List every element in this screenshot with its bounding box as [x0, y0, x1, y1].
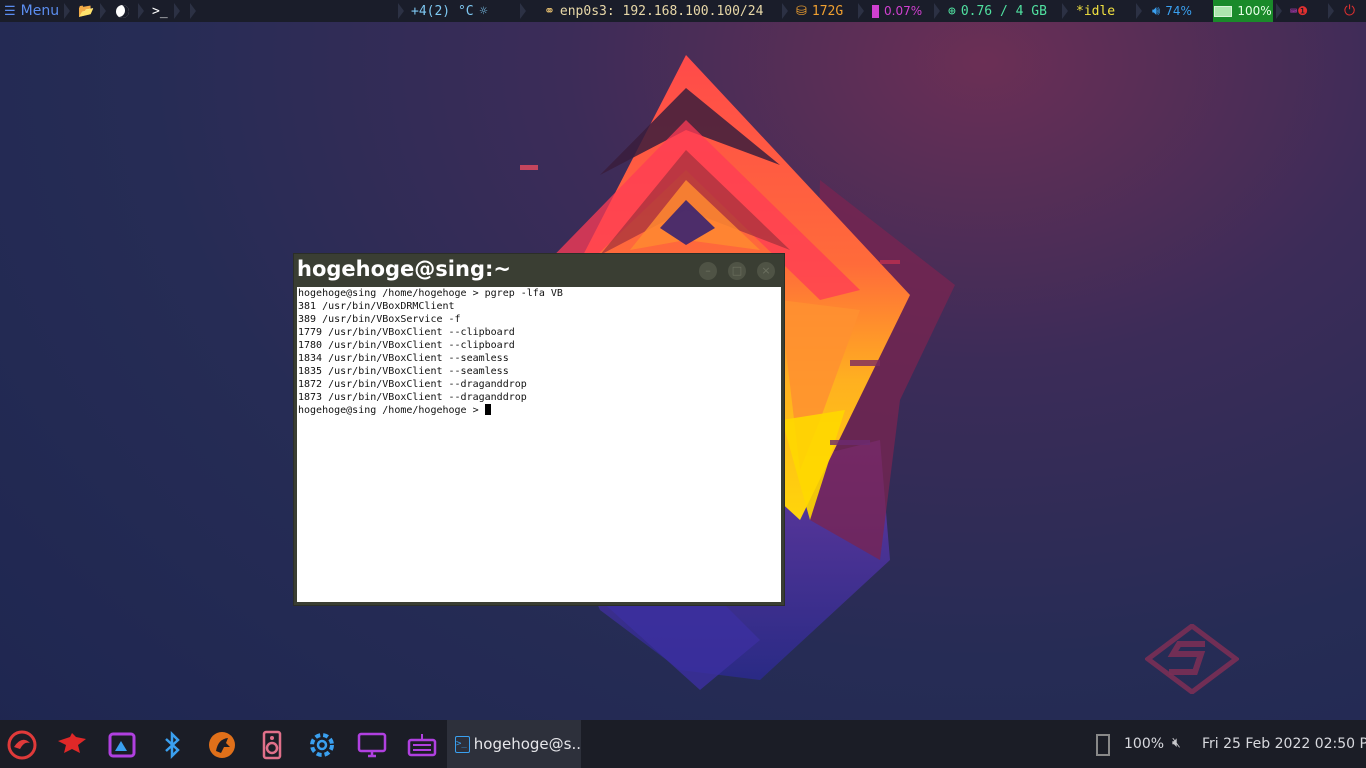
horse-icon [209, 732, 235, 758]
disk-icon: ⛁ [796, 3, 807, 19]
terminal-line: 1780 /usr/bin/VBoxClient --clipboard [298, 340, 515, 351]
settings-gear-icon [310, 733, 334, 757]
kali-dragon-launcher[interactable] [5, 728, 39, 762]
terminal-line: 1835 /usr/bin/VBoxClient --seamless [298, 366, 509, 377]
menu-button[interactable]: ☰ Menu [4, 0, 59, 22]
sun-icon: ☼ [479, 3, 488, 19]
bluetooth-launcher[interactable] [155, 728, 189, 762]
terminal-line: hogehoge@sing /home/hogehoge > pgrep -lf… [298, 288, 563, 299]
volume-widget[interactable]: 🔊︎ 74% [1152, 0, 1192, 22]
menu-label: Menu [20, 3, 60, 19]
image-editor-launcher[interactable] [105, 728, 139, 762]
image-editor-icon [108, 732, 136, 758]
muted-speaker-icon: 🔇︎ [1172, 735, 1181, 751]
terminal-task-icon: >_ [455, 735, 470, 753]
tray-battery-percent: 100% [1124, 736, 1165, 752]
alert-icon: ❶ [1297, 4, 1308, 18]
terminal-window[interactable]: hogehoge@sing:~ – □ × hogehoge@sing /hom… [294, 254, 784, 605]
volume-value: 74% [1165, 4, 1192, 18]
speaker-launcher[interactable] [255, 728, 289, 762]
browser-icon [116, 4, 129, 18]
display-settings-icon [357, 732, 387, 758]
minimize-icon: – [705, 264, 711, 277]
close-icon: × [761, 264, 771, 277]
kali-dragon-icon [7, 730, 37, 760]
terminal-output[interactable]: hogehoge@sing /home/hogehoge > pgrep -lf… [297, 287, 781, 602]
terminal-line: 1873 /usr/bin/VBoxClient --draganddrop [298, 392, 527, 403]
distro-watermark-logo [1145, 624, 1239, 694]
terminal-line: 1779 /usr/bin/VBoxClient --clipboard [298, 327, 515, 338]
terminal-line: 389 /usr/bin/VBoxService -f [298, 314, 461, 325]
cpu-bar-icon [872, 4, 879, 18]
battery-icon [1214, 5, 1233, 17]
keyboard-layout-icon: ⌨ [1290, 4, 1298, 18]
terminal-line: 1834 /usr/bin/VBoxClient --seamless [298, 353, 509, 364]
memory-value: 0.76 / 4 GB [960, 3, 1047, 19]
terminal-line: 381 /usr/bin/VBoxDRMClient [298, 301, 455, 312]
top-status-bar: ☰ Menu 📂 >_ +4(2) °C ☼ ⚭ enp0s3: 192.168… [0, 0, 1366, 22]
bluetooth-icon [165, 730, 180, 760]
horse-launcher[interactable] [205, 728, 239, 762]
disk-value: 172G [811, 3, 844, 19]
power-button[interactable]: ⏻ [1344, 0, 1355, 22]
terminal-prompt-icon: >_ [152, 3, 168, 19]
network-value: enp0s3: 192.168.100.100/24 [559, 3, 764, 19]
speaker-icon [262, 730, 282, 760]
eagle-icon [58, 733, 86, 753]
bottom-taskbar: 100% 🔇︎ Fri 25 Feb 2022 02:50 PM [0, 720, 1366, 768]
browser-launcher[interactable] [116, 0, 129, 22]
battery-widget: 100% [1213, 0, 1273, 22]
temperature-value: +4(2) °C [411, 3, 474, 19]
memory-chip-icon: ⊕ [948, 3, 956, 19]
text-cursor [484, 404, 491, 415]
status-value: *idle [1076, 3, 1116, 19]
terminal-line: 1872 /usr/bin/VBoxClient --draganddrop [298, 379, 527, 390]
memory-widget: ⊕ 0.76 / 4 GB [948, 0, 1047, 22]
maximize-button[interactable]: □ [728, 262, 746, 280]
display-settings-launcher[interactable] [355, 728, 389, 762]
terminal-prompt-line[interactable]: hogehoge@sing /home/hogehoge > [297, 404, 781, 417]
maximize-icon: □ [731, 264, 743, 277]
keyboard-icon [407, 734, 437, 757]
hamburger-icon: ☰ [4, 3, 16, 19]
clock-datetime[interactable]: Fri 25 Feb 2022 02:50 PM [1202, 736, 1366, 752]
status-widget: *idle [1076, 0, 1115, 22]
file-manager-launcher[interactable]: 📂 [78, 0, 94, 22]
temperature-widget: +4(2) °C ☼ [411, 0, 487, 22]
task-label: hogehoge@s.. [473, 735, 581, 753]
terminal-launcher[interactable]: >_ [152, 0, 168, 22]
settings-launcher[interactable] [305, 728, 339, 762]
network-widget: ⚭ enp0s3: 192.168.100.100/24 [544, 0, 763, 22]
window-title: hogehoge@sing:~ [297, 257, 511, 281]
disk-widget: ⛁ 172G [796, 0, 843, 22]
keyboard-launcher[interactable] [405, 728, 439, 762]
folder-open-icon: 📂 [78, 3, 95, 19]
close-button[interactable]: × [757, 262, 775, 280]
tray-battery[interactable] [1096, 734, 1116, 756]
terminal-prompt: hogehoge@sing /home/hogehoge > [298, 405, 485, 416]
charging-battery-icon [1096, 734, 1110, 756]
cpu-value: 0.07% [884, 4, 923, 18]
speaker-icon: 🔊︎ [1152, 3, 1161, 19]
layout-indicator[interactable]: ⌨ ❶ [1290, 0, 1308, 22]
eagle-launcher[interactable] [55, 728, 89, 762]
tray-mute[interactable]: 🔇︎ [1172, 735, 1181, 751]
minimize-button[interactable]: – [699, 262, 717, 280]
power-icon: ⏻ [1344, 3, 1356, 19]
taskbar-task-terminal[interactable]: >_ hogehoge@s.. [447, 720, 581, 768]
battery-value: 100% [1237, 4, 1272, 18]
cpu-widget: 0.07% [872, 0, 922, 22]
link-icon: ⚭ [544, 3, 555, 19]
